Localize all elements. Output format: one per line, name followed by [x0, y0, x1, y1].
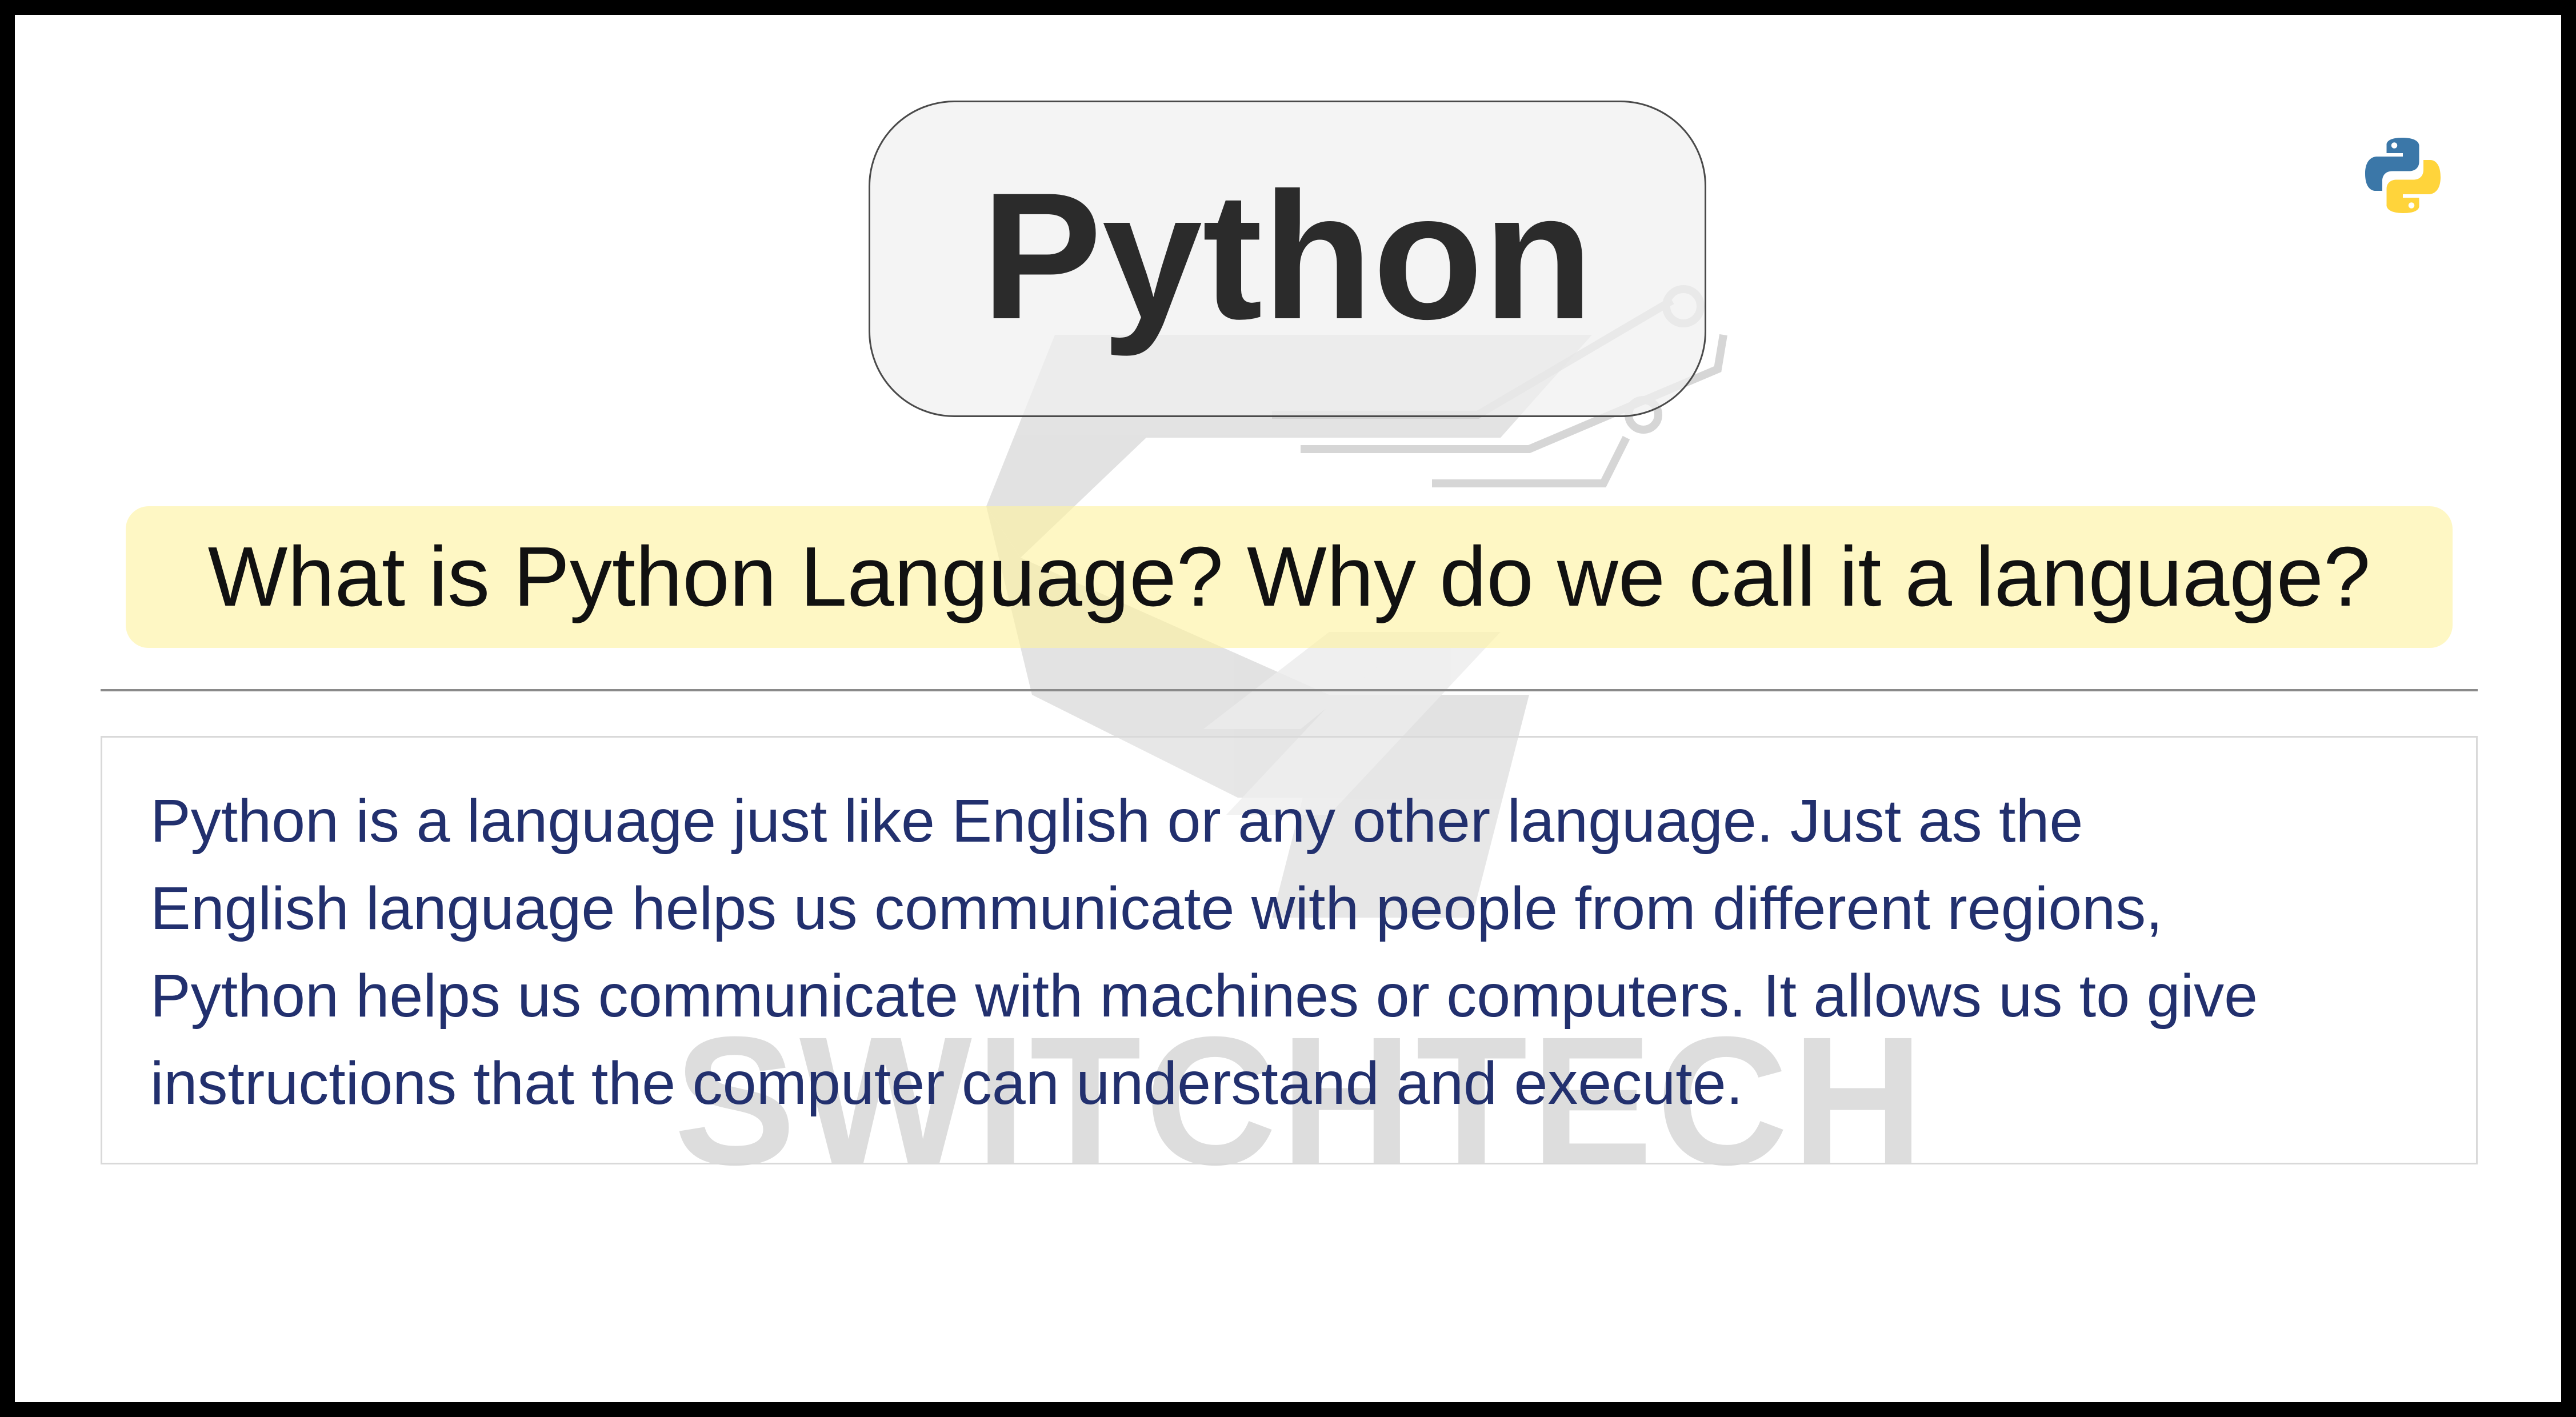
answer-box: Python is a language just like English o… — [101, 736, 2478, 1164]
answer-line: Python is a language just like English o… — [150, 787, 2083, 855]
question-banner: What is Python Language? Why do we call … — [126, 506, 2453, 648]
page-title: Python — [981, 155, 1594, 357]
slide: SWITCHTECH Python What is Python Languag… — [15, 15, 2561, 1402]
python-logo-svg — [2365, 138, 2441, 213]
answer-paragraph: Python is a language just like English o… — [150, 778, 2430, 1127]
answer-line: instructions that the computer can under… — [150, 1050, 1743, 1117]
answer-line: English language helps us communicate wi… — [150, 875, 2163, 942]
question-heading: What is Python Language? Why do we call … — [207, 530, 2371, 624]
python-logo-icon — [2360, 133, 2446, 218]
answer-line: Python helps us communicate with machine… — [150, 962, 2258, 1030]
title-box: Python — [869, 101, 1706, 417]
divider — [101, 689, 2478, 691]
